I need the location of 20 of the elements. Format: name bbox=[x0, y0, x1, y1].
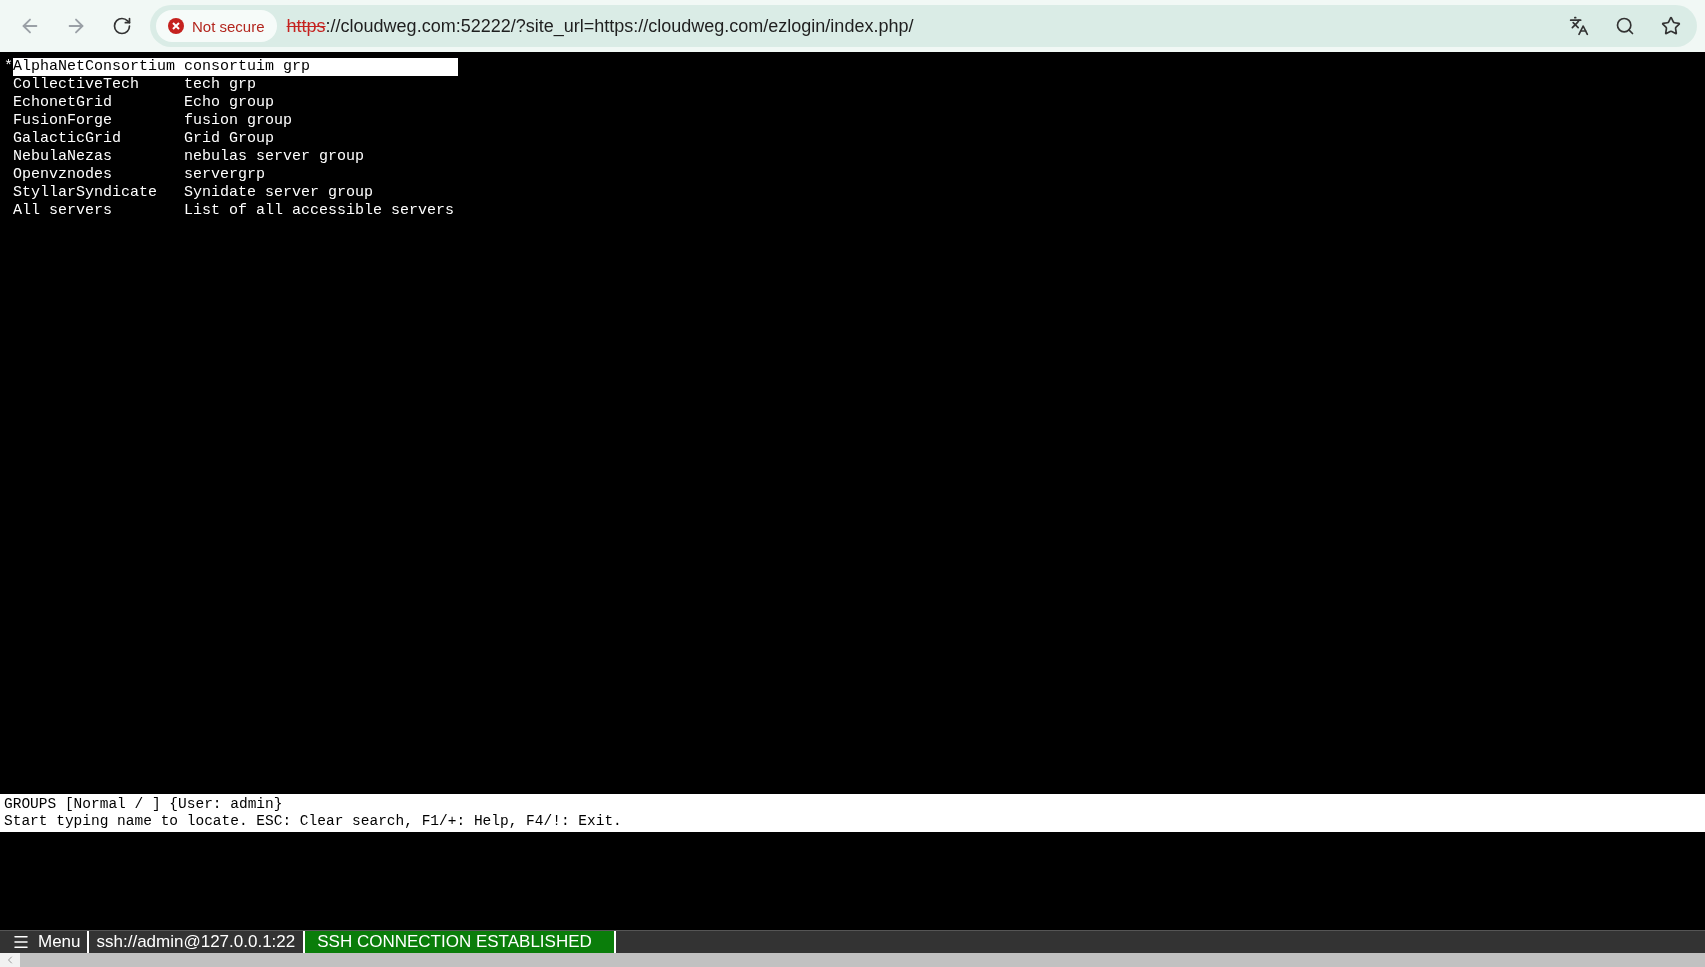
horizontal-scrollbar[interactable] bbox=[0, 953, 1705, 967]
address-bar[interactable]: Not secure https://cloudweg.com:52222/?site_url=https://cloudweg.com/ezlogin/index.php/ bbox=[150, 5, 1697, 47]
group-row[interactable]: FusionForge fusion group bbox=[13, 112, 458, 130]
group-row[interactable]: EchonetGrid Echo group bbox=[13, 94, 458, 112]
group-row[interactable]: Openvznodes servergrp bbox=[13, 166, 458, 184]
group-row[interactable]: GalacticGrid Grid Group bbox=[13, 130, 458, 148]
group-row[interactable]: StyllarSyndicate Synidate server group bbox=[13, 184, 458, 202]
menu-icon bbox=[12, 933, 30, 951]
url-text: https://cloudweg.com:52222/?site_url=https://cloudweg.com/ezlogin/index.php/ bbox=[286, 15, 915, 37]
security-chip[interactable]: Not secure bbox=[156, 10, 277, 42]
reload-icon bbox=[112, 16, 132, 36]
group-row[interactable]: NebulaNezas nebulas server group bbox=[13, 148, 458, 166]
connection-status: SSH CONNECTION ESTABLISHED bbox=[305, 931, 617, 953]
status-line: Start typing name to locate. ESC: Clear search, F1/+: Help, F4/!: Exit. bbox=[4, 813, 623, 830]
group-row[interactable]: All servers List of all accessible servers bbox=[13, 202, 458, 220]
status-line: GROUPS [Normal / ] {User: admin} bbox=[4, 796, 284, 813]
group-row[interactable]: CollectiveTech tech grp bbox=[13, 76, 458, 94]
group-row[interactable]: AlphaNetConsortium consortuim grp bbox=[13, 58, 458, 76]
cursor-marker: * bbox=[4, 58, 13, 76]
error-icon bbox=[168, 18, 184, 34]
